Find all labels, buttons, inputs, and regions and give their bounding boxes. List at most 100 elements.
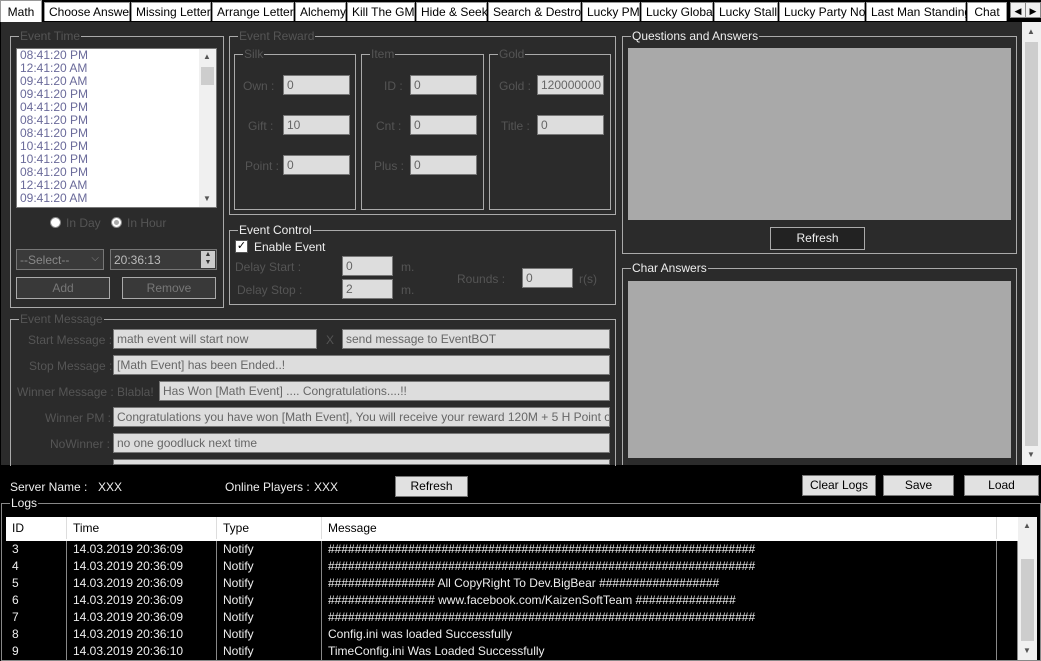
eventbot-message-input[interactable]: send message to EventBOT	[342, 329, 610, 349]
tab-choose-answer[interactable]: Choose Answer	[44, 2, 133, 21]
in-hour-radio[interactable]	[111, 217, 122, 228]
tab-scroll-right-icon[interactable]: ▶	[1025, 2, 1041, 18]
gold-amount-input[interactable]: 120000000	[537, 75, 604, 95]
column-header-message[interactable]: Message	[322, 517, 997, 539]
table-row[interactable]: 4 14.03.2019 20:36:09 Notify ##############…	[6, 558, 1018, 575]
nowinner-input[interactable]: no one goodluck next time	[113, 433, 610, 453]
log-cell-message: ########################################…	[322, 609, 997, 626]
tab-alchemy[interactable]: Alchemy	[295, 2, 346, 21]
log-cell-id: 6	[6, 592, 67, 609]
tab-kill-the-gm[interactable]: Kill The GM	[347, 2, 415, 21]
log-cell-message: Config.ini was loaded Successfully	[322, 626, 997, 643]
column-header-time[interactable]: Time	[67, 517, 217, 539]
partial-message-input[interactable]	[113, 459, 610, 465]
item-cnt-input[interactable]: 0	[410, 115, 477, 135]
winner-message-input[interactable]: Has Won [Math Event] .... Congratulation…	[159, 381, 610, 401]
logs-scroll-up-icon[interactable]: ▲	[1019, 518, 1035, 534]
log-cell-message: ########################################…	[322, 558, 997, 575]
qa-refresh-button[interactable]: Refresh	[770, 227, 865, 250]
time-list-item[interactable]: 09:41:20 AM	[17, 192, 216, 205]
server-name-value: XXX	[98, 480, 123, 494]
tab-lucky-stall[interactable]: Lucky Stall	[714, 2, 778, 21]
time-stepper-icon[interactable]: ▲ ▼	[201, 251, 215, 268]
save-button[interactable]: Save	[883, 475, 954, 496]
main-scrollbar[interactable]: ▲ ▼	[1022, 22, 1041, 465]
tab-last-man-standing[interactable]: Last Man Standing	[866, 2, 971, 21]
tab-math[interactable]: Math	[0, 0, 42, 22]
item-plus-input[interactable]: 0	[410, 155, 477, 175]
tab-missing-letters[interactable]: Missing Letters	[131, 2, 217, 21]
load-button[interactable]: Load	[964, 475, 1039, 496]
main-scroll-thumb[interactable]	[1025, 42, 1038, 446]
event-time-list[interactable]: 08:41:20 PM 12:41:20 AM 09:41:20 AM 09:41:2…	[16, 48, 217, 208]
table-row[interactable]: 8 14.03.2019 20:36:10 Notify Config.ini was…	[6, 626, 1018, 643]
item-id-input[interactable]: 0	[410, 75, 477, 95]
table-row[interactable]: 7 14.03.2019 20:36:09 Notify ##############…	[6, 609, 1018, 626]
delay-start-input[interactable]: 0	[342, 256, 393, 276]
winner-pm-input[interactable]: Congratulations you have won [Math Event…	[113, 407, 610, 427]
log-cell-type: Notify	[217, 609, 322, 626]
logs-scrollbar[interactable]: ▲ ▼	[1018, 517, 1037, 660]
table-row[interactable]: 5 14.03.2019 20:36:09 Notify ##############…	[6, 575, 1018, 592]
delay-start-unit: m.	[401, 260, 415, 274]
silk-gift-label: Gift :	[248, 119, 274, 133]
log-cell-type: Notify	[217, 541, 322, 558]
silk-own-input[interactable]: 0	[283, 75, 350, 95]
column-header-id[interactable]: ID	[6, 517, 67, 539]
tab-lucky-pm[interactable]: Lucky PM	[582, 2, 640, 21]
scroll-thumb[interactable]	[201, 67, 214, 85]
log-cell-type: Notify	[217, 575, 322, 592]
item-id-label: ID :	[384, 79, 403, 93]
stop-message-input[interactable]: [Math Event] has been Ended..!	[113, 355, 610, 375]
gold-amount-label: Gold :	[499, 79, 532, 93]
status-refresh-button[interactable]: Refresh	[395, 476, 468, 497]
main-scroll-down-icon[interactable]: ▼	[1023, 447, 1039, 463]
time-list-scrollbar[interactable]: ▲ ▼	[199, 49, 216, 207]
logs-title: Logs	[10, 496, 39, 510]
delay-stop-label: Delay Stop :	[237, 283, 303, 297]
event-control-title: Event Control	[238, 223, 313, 237]
start-message-input[interactable]: math event will start now	[113, 329, 317, 349]
log-cell-time: 14.03.2019 20:36:09	[67, 541, 217, 558]
tab-arrange-letters[interactable]: Arrange Letters	[212, 2, 300, 21]
clear-logs-button[interactable]: Clear Logs	[802, 475, 876, 496]
log-cell-message: ################ All CopyRight To Dev.Bi…	[322, 575, 997, 592]
remove-button[interactable]: Remove	[122, 277, 216, 299]
tab-scroll-left-icon[interactable]: ◀	[1010, 2, 1026, 18]
column-header-type[interactable]: Type	[217, 517, 322, 539]
time-picker[interactable]: 20:36:13 ▲ ▼	[110, 249, 217, 270]
scroll-up-icon[interactable]: ▲	[199, 49, 215, 65]
log-cell-message: ################ www.facebook.com/Kaizen…	[322, 592, 997, 609]
time-select-dropdown[interactable]: --Select-- ⌵	[16, 249, 104, 270]
table-row[interactable]: 3 14.03.2019 20:36:09 Notify ##############…	[6, 541, 1018, 558]
item-cnt-label: Cnt :	[376, 119, 402, 133]
item-title: Item	[370, 47, 396, 61]
in-day-radio[interactable]	[50, 217, 61, 228]
logs-scroll-down-icon[interactable]: ▼	[1019, 643, 1035, 659]
logs-table[interactable]: ID Time Type Message 3 14.03.2019 20:36:0…	[6, 517, 1018, 660]
log-cell-id: 8	[6, 626, 67, 643]
table-row[interactable]: 9 14.03.2019 20:36:10 Notify TimeConfig.ini…	[6, 643, 1018, 660]
scroll-down-icon[interactable]: ▼	[199, 191, 215, 207]
main-scroll-up-icon[interactable]: ▲	[1023, 24, 1039, 40]
questions-answers-area[interactable]	[628, 48, 1011, 220]
tab-lucky-party-no[interactable]: Lucky Party No.	[779, 2, 869, 21]
log-cell-filler	[997, 626, 1018, 643]
rounds-input[interactable]: 0	[522, 268, 573, 288]
delay-stop-input[interactable]: 2	[342, 279, 393, 299]
tab-chat[interactable]: Chat	[967, 2, 1007, 21]
log-cell-type: Notify	[217, 592, 322, 609]
gold-title-input[interactable]: 0	[537, 115, 604, 135]
silk-point-input[interactable]: 0	[283, 155, 350, 175]
table-row[interactable]: 6 14.03.2019 20:36:09 Notify ##############…	[6, 592, 1018, 609]
tab-search-and-destroy[interactable]: Search & Destroy	[488, 2, 587, 21]
logs-scroll-thumb[interactable]	[1021, 559, 1034, 641]
silk-gift-input[interactable]: 10	[283, 115, 350, 135]
add-button[interactable]: Add	[16, 277, 110, 299]
char-answers-area[interactable]	[628, 281, 1011, 458]
online-players-label: Online Players :	[225, 480, 310, 494]
tab-hide-and-seek[interactable]: Hide & Seek	[416, 2, 488, 21]
rounds-unit: r(s)	[579, 272, 597, 286]
tab-lucky-global[interactable]: Lucky Global	[641, 2, 715, 21]
enable-event-checkbox[interactable]: ✓	[235, 240, 248, 253]
